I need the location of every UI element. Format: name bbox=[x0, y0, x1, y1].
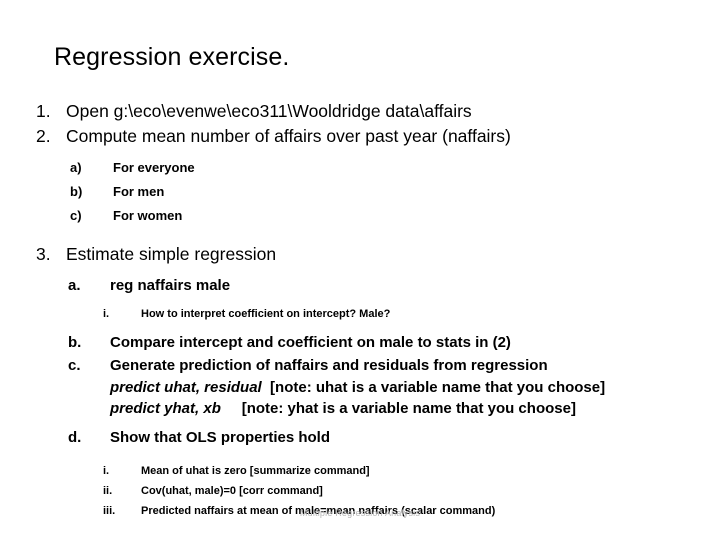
list-item-text: Compare intercept and coefficient on mal… bbox=[110, 334, 511, 351]
list-marker: 1. bbox=[36, 101, 51, 121]
list-item-text: How to interpret coefficient on intercep… bbox=[141, 308, 391, 320]
list-marker: 2. bbox=[36, 126, 51, 146]
list-item-2b: b) For men bbox=[0, 180, 720, 204]
command-line-predict-yhat: predict yhat, xb [note: yhat is a variab… bbox=[0, 398, 720, 419]
list-item-2a: a) For everyone bbox=[0, 156, 720, 180]
list-marker: b. bbox=[68, 334, 82, 351]
list-marker: ii. bbox=[103, 485, 113, 497]
list-item-text: Estimate simple regression bbox=[66, 244, 277, 264]
list-item-text: Cov(uhat, male)=0 [corr command] bbox=[141, 485, 323, 497]
list-item-text: Mean of uhat is zero [summarize command] bbox=[141, 465, 370, 477]
list-item-3d-ii: ii. Cov(uhat, male)=0 [corr command] bbox=[0, 481, 720, 501]
list-marker: b) bbox=[70, 184, 83, 199]
list-item-3: 3. Estimate simple regression bbox=[0, 242, 720, 267]
list-item-3d-i: i. Mean of uhat is zero [summarize comma… bbox=[0, 461, 720, 481]
list-item-2: 2. Compute mean number of affairs over p… bbox=[0, 124, 720, 149]
list-item-1: 1. Open g:\eco\evenwe\eco311\Wooldridge … bbox=[0, 99, 720, 124]
stata-command: predict uhat, residual bbox=[110, 379, 262, 396]
list-marker: i. bbox=[103, 308, 110, 320]
list-item-text: Compute mean number of affairs over past… bbox=[66, 126, 511, 146]
list-marker: 3. bbox=[36, 244, 51, 264]
slide-body: 1. Open g:\eco\evenwe\eco311\Wooldridge … bbox=[0, 99, 720, 521]
command-note: [note: yhat is a variable name that you … bbox=[220, 400, 576, 417]
list-item-text: Generate prediction of naffairs and resi… bbox=[110, 357, 548, 374]
list-item-3a: a. reg naffairs male bbox=[0, 274, 720, 297]
command-note: [note: uhat is a variable name that you … bbox=[261, 379, 606, 396]
list-item-2c: c) For women bbox=[0, 204, 720, 228]
list-item-3b: b. Compare intercept and coefficient on … bbox=[0, 331, 720, 354]
slide-canvas: Regression exercise. 1. Open g:\eco\even… bbox=[0, 0, 720, 540]
list-item-text: Open g:\eco\evenwe\eco311\Wooldridge dat… bbox=[66, 101, 472, 121]
list-marker: i. bbox=[103, 465, 110, 477]
list-item-text: reg naffairs male bbox=[110, 277, 231, 294]
list-item-text: For everyone bbox=[113, 160, 195, 175]
slide-title: Regression exercise. bbox=[54, 43, 290, 71]
slide-footer: Multiple Regression Analysis bbox=[299, 508, 421, 518]
list-item-3d: d. Show that OLS properties hold bbox=[0, 426, 720, 449]
list-marker: d. bbox=[68, 429, 82, 446]
list-item-text: For men bbox=[113, 184, 165, 199]
list-marker: c. bbox=[68, 357, 81, 374]
list-item-3c: c. Generate prediction of naffairs and r… bbox=[0, 354, 720, 377]
list-marker: c) bbox=[70, 208, 82, 223]
list-marker: a. bbox=[68, 277, 81, 294]
list-marker: a) bbox=[70, 160, 82, 175]
list-item-3a-i: i. How to interpret coefficient on inter… bbox=[0, 304, 720, 324]
command-line-predict-uhat: predict uhat, residual [note: uhat is a … bbox=[0, 377, 720, 398]
list-item-text: Show that OLS properties hold bbox=[110, 429, 331, 446]
list-item-text: For women bbox=[113, 208, 183, 223]
stata-command: predict yhat, xb bbox=[110, 400, 221, 417]
